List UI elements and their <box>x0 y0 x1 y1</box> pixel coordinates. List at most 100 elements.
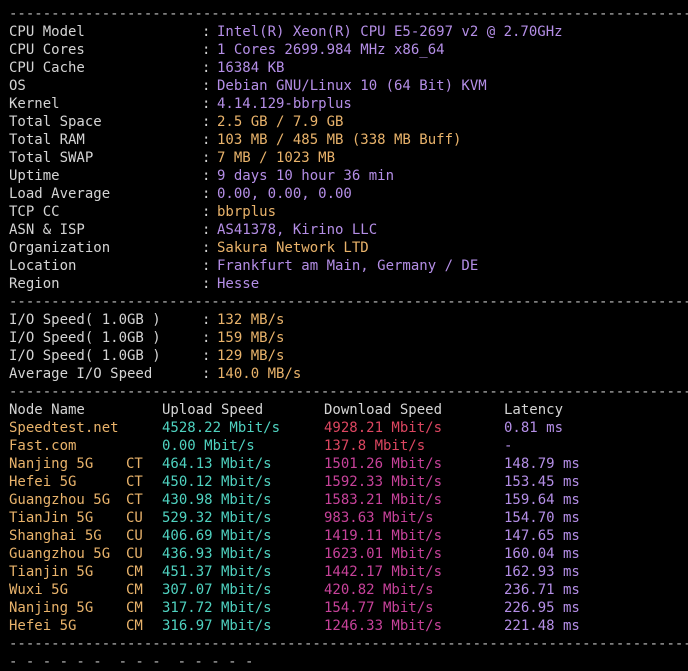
carrier-tag: CT <box>126 492 143 508</box>
info-value: Frankfurt am Main, Germany / DE <box>217 258 479 274</box>
info-key: CPU Cores <box>9 42 85 58</box>
info-colon: : <box>202 60 211 76</box>
speed-table-row: Shanghai 5G CU 406.69 Mbit/s 1419.11 Mbit/s… <box>9 527 688 545</box>
info-colon: : <box>202 240 211 256</box>
speed-table-row: Nanjing 5G CM 317.72 Mbit/s 154.77 Mbit/s 22… <box>9 599 688 617</box>
info-key: Region <box>9 276 60 292</box>
io-value: 140.0 MB/s <box>217 366 302 382</box>
upload-speed: 307.07 Mbit/s <box>162 582 272 598</box>
node-name: Nanjing 5G <box>9 600 94 616</box>
upload-speed: 430.98 Mbit/s <box>162 492 272 508</box>
carrier-tag: CU <box>126 510 143 526</box>
info-colon: : <box>202 78 211 94</box>
info-row: TCP CC: bbrplus <box>9 203 688 221</box>
latency: 160.04 ms <box>504 546 580 562</box>
download-speed: 1592.33 Mbit/s <box>324 474 443 490</box>
info-row: Total Space:2.5 GB / 7.9 GB <box>9 113 688 131</box>
info-row: Organization: Sakura Network LTD <box>9 239 688 257</box>
speed-table-header: Node Name Upload Speed Download Speed Laten… <box>9 401 688 419</box>
io-value: 129 MB/s <box>217 348 285 364</box>
download-speed: 4928.21 Mbit/s <box>324 420 443 436</box>
info-key: OS <box>9 78 26 94</box>
latency: 159.64 ms <box>504 492 580 508</box>
header-download-speed: Download Speed <box>324 402 443 418</box>
download-speed: 420.82 Mbit/s <box>324 582 434 598</box>
info-value: 2.5 GB / 7.9 GB <box>217 114 344 130</box>
info-row: Region: Hesse <box>9 275 688 293</box>
latency: 153.45 ms <box>504 474 580 490</box>
io-key: Average I/O Speed <box>9 366 153 382</box>
latency: 221.48 ms <box>504 618 580 634</box>
latency: - <box>504 438 513 454</box>
info-colon: : <box>202 96 211 112</box>
speed-table-row: Speedtest.net 4528.22 Mbit/s 4928.21 Mbit/… <box>9 419 688 437</box>
io-colon: : <box>202 312 211 328</box>
carrier-tag: CU <box>126 546 143 562</box>
io-colon: : <box>202 330 211 346</box>
info-value: 9 days 10 hour 36 min <box>217 168 395 184</box>
header-node-name: Node Name <box>9 402 85 418</box>
info-colon: : <box>202 222 211 238</box>
info-row: Load Average:0.00, 0.00, 0.00 <box>9 185 688 203</box>
speed-table-row: Fast.com 0.00 Mbit/s 137.8 Mbit/s - <box>9 437 688 455</box>
info-colon: : <box>202 258 211 274</box>
download-speed: 983.63 Mbit/s <box>324 510 434 526</box>
upload-speed: 4528.22 Mbit/s <box>162 420 281 436</box>
info-value: 16384 KB <box>217 60 285 76</box>
info-value: Debian GNU/Linux 10 (64 Bit) KVM <box>217 78 487 94</box>
node-name: Tianjin 5G <box>9 564 94 580</box>
upload-speed: 406.69 Mbit/s <box>162 528 272 544</box>
speed-table-row: Hefei 5G CM 316.97 Mbit/s 1246.33 Mbit/s 221… <box>9 617 688 635</box>
info-key: Organization <box>9 240 111 256</box>
carrier-tag: CM <box>126 600 143 616</box>
latency: 162.93 ms <box>504 564 580 580</box>
io-key: I/O Speed( 1.0GB ) <box>9 330 161 346</box>
carrier-tag: CT <box>126 474 143 490</box>
carrier-tag: CU <box>126 528 143 544</box>
header-latency: Latency <box>504 402 564 418</box>
download-speed: 1623.01 Mbit/s <box>324 546 443 562</box>
info-value: Sakura Network LTD <box>217 240 369 256</box>
latency: 148.79 ms <box>504 456 580 472</box>
node-name: Hefei 5G <box>9 618 77 634</box>
download-speed: 1501.26 Mbit/s <box>324 456 443 472</box>
info-row: Uptime:9 days 10 hour 36 min <box>9 167 688 185</box>
io-key: I/O Speed( 1.0GB ) <box>9 348 161 364</box>
separator-line: ----------------------------------------… <box>9 6 688 22</box>
upload-speed: 436.93 Mbit/s <box>162 546 272 562</box>
info-value: Hesse <box>217 276 260 292</box>
info-key: Total RAM <box>9 132 85 148</box>
info-value: bbrplus <box>217 204 277 220</box>
info-key: Uptime <box>9 168 60 184</box>
info-colon: : <box>202 42 211 58</box>
latency: 0.81 ms <box>504 420 564 436</box>
info-row: Total RAM:103 MB / 485 MB (338 MB Buff) <box>9 131 688 149</box>
info-colon: : <box>202 132 211 148</box>
upload-speed: 451.37 Mbit/s <box>162 564 272 580</box>
io-key: I/O Speed( 1.0GB ) <box>9 312 161 328</box>
upload-speed: 464.13 Mbit/s <box>162 456 272 472</box>
node-name: Wuxi 5G <box>9 582 69 598</box>
info-colon: : <box>202 204 211 220</box>
latency: 236.71 ms <box>504 582 580 598</box>
info-key: CPU Model <box>9 24 85 40</box>
info-key: TCP CC <box>9 204 60 220</box>
info-key: ASN & ISP <box>9 222 85 238</box>
separator-line: ----------------------------------------… <box>9 384 688 400</box>
node-name: Guangzhou 5G <box>9 546 111 562</box>
latency: 147.65 ms <box>504 528 580 544</box>
info-key: Kernel <box>9 96 60 112</box>
info-key: Location <box>9 258 77 274</box>
download-speed: 1583.21 Mbit/s <box>324 492 443 508</box>
info-row: ASN & ISP: AS41378, Kirino LLC <box>9 221 688 239</box>
speed-table-row: Guangzhou 5G CU 436.93 Mbit/s 1623.01 Mbit/… <box>9 545 688 563</box>
node-name: Fast.com <box>9 438 77 454</box>
upload-speed: 450.12 Mbit/s <box>162 474 272 490</box>
info-row: CPU Model: Intel(R) Xeon(R) CPU E5-2697 v… <box>9 23 688 41</box>
node-name: Speedtest.net <box>9 420 119 436</box>
speed-table-row: Guangzhou 5G CT 430.98 Mbit/s 1583.21 Mbit/… <box>9 491 688 509</box>
info-value: AS41378, Kirino LLC <box>217 222 378 238</box>
speed-table-row: Nanjing 5G CT 464.13 Mbit/s 1501.26 Mbit/s 1… <box>9 455 688 473</box>
terminal-output: - - - - - - - - - - - - - - - - - - - - … <box>9 0 688 671</box>
info-row: Location: Frankfurt am Main, Germany / DE <box>9 257 688 275</box>
